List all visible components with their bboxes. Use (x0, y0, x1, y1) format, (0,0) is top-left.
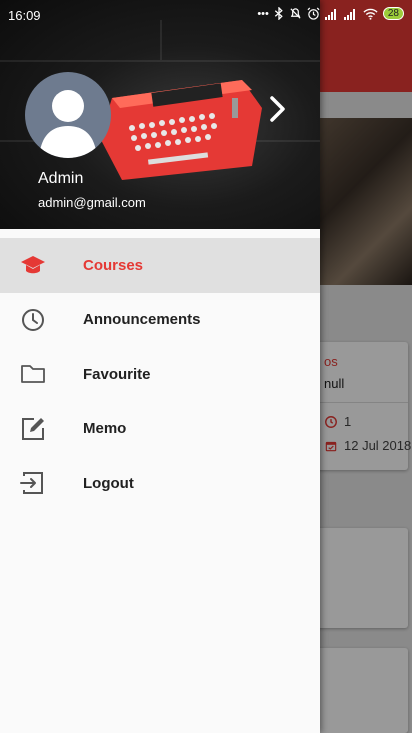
menu-item-label: Courses (83, 256, 144, 274)
menu-item-label: Memo (83, 420, 127, 438)
graduation-cap-icon (20, 252, 46, 278)
bluetooth-icon (274, 7, 283, 20)
menu-item-announcements[interactable]: Announcements (0, 293, 320, 348)
menu-item-favourite[interactable]: Favourite (0, 347, 320, 402)
battery-indicator: 28 (382, 7, 404, 20)
status-bar: 16:09 ••• 28 (0, 0, 412, 28)
menu-item-label: Logout (83, 474, 134, 492)
alarm-icon (307, 7, 320, 20)
typewriter-image (100, 80, 262, 180)
wifi-icon (363, 8, 378, 20)
user-email: admin@gmail.com (38, 195, 146, 210)
mute-icon (290, 8, 301, 19)
status-icons: ••• 28 (257, 7, 404, 20)
signal-icon (324, 8, 336, 20)
clock-icon (20, 307, 46, 333)
user-silhouette-icon (39, 90, 97, 158)
logout-icon (20, 470, 46, 496)
menu-item-label: Favourite (83, 365, 151, 383)
user-name: Admin (38, 170, 84, 187)
folder-icon (20, 361, 46, 387)
header-background-detail (0, 60, 320, 62)
menu-item-label: Announcements (83, 311, 201, 329)
menu-item-logout[interactable]: Logout (0, 456, 320, 511)
edit-icon (20, 416, 46, 442)
status-time: 16:09 (8, 8, 41, 23)
signal-hd-icon (343, 8, 355, 20)
chevron-right-icon[interactable] (262, 94, 292, 124)
navigation-drawer: Admin admin@gmail.com Courses Announceme… (0, 0, 320, 733)
avatar[interactable] (25, 72, 111, 158)
drawer-header: Admin admin@gmail.com (0, 0, 320, 229)
dots-icon: ••• (257, 7, 269, 20)
menu-item-memo[interactable]: Memo (0, 402, 320, 457)
drawer-menu: Courses Announcements Favourite Memo Log… (0, 238, 320, 511)
menu-item-courses[interactable]: Courses (0, 238, 320, 293)
